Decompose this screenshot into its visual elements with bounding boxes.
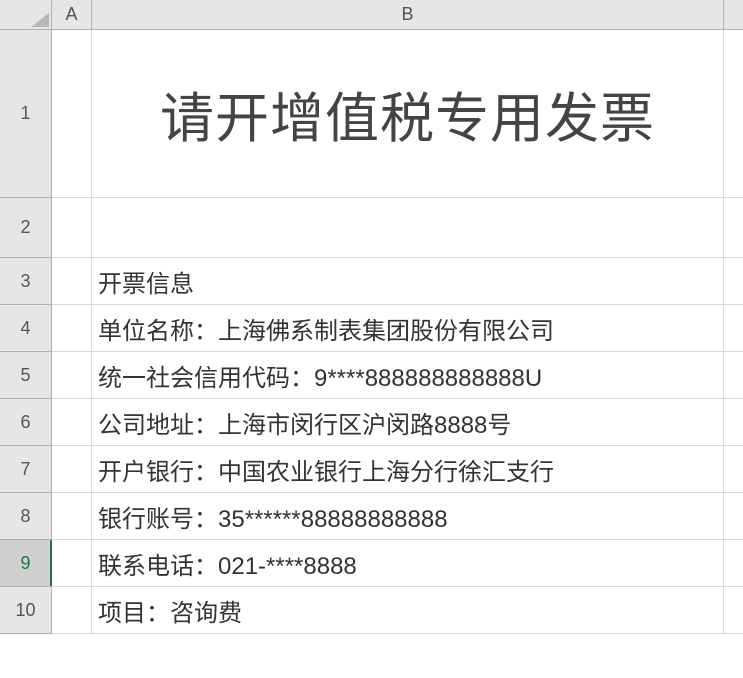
cell-A2[interactable] [52,198,92,257]
item-type: 项目：咨询费 [98,593,242,628]
cell-C2[interactable] [724,198,743,257]
column-header-A[interactable]: A [52,0,92,29]
cell-C3[interactable] [724,258,743,304]
row-6: 公司地址：上海市闵行区沪闵路8888号 [52,399,743,446]
credit-code: 统一社会信用代码：9****888888888888U [98,358,542,393]
cell-A5[interactable] [52,352,92,398]
cell-C7[interactable] [724,446,743,492]
cell-A1[interactable] [52,30,92,197]
cell-B9[interactable]: 联系电话：021-****8888 [92,540,724,586]
row-header-7[interactable]: 7 [0,446,51,493]
invoice-title: 请开增值税专用发票 [160,74,655,153]
phone-number: 联系电话：021-****8888 [98,546,357,581]
row-4: 单位名称：上海佛系制表集团股份有限公司 [52,305,743,352]
section-header: 开票信息 [98,264,194,299]
row-header-9[interactable]: 9 [0,540,51,587]
row-7: 开户银行：中国农业银行上海分行徐汇支行 [52,446,743,493]
cell-B1[interactable]: 请开增值税专用发票 [92,30,724,197]
cell-A3[interactable] [52,258,92,304]
column-headers: ABC [52,0,743,30]
cell-A9[interactable] [52,540,92,586]
column-header-B[interactable]: B [92,0,724,29]
cell-B3[interactable]: 开票信息 [92,258,724,304]
cells-area: 请开增值税专用发票 开票信息 单位名称：上海佛系制表集团股份有限公司 [52,30,743,678]
cell-B7[interactable]: 开户银行：中国农业银行上海分行徐汇支行 [92,446,724,492]
cell-B2[interactable] [92,198,724,257]
cell-C6[interactable] [724,399,743,445]
cell-B5[interactable]: 统一社会信用代码：9****888888888888U [92,352,724,398]
cell-C5[interactable] [724,352,743,398]
row-header-1[interactable]: 1 [0,30,51,198]
cell-B8[interactable]: 银行账号：35******88888888888 [92,493,724,539]
row-header-5[interactable]: 5 [0,352,51,399]
cell-A10[interactable] [52,587,92,633]
row-header-6[interactable]: 6 [0,399,51,446]
cell-C10[interactable] [724,587,743,633]
cell-C4[interactable] [724,305,743,351]
row-10: 项目：咨询费 [52,587,743,634]
cell-B4[interactable]: 单位名称：上海佛系制表集团股份有限公司 [92,305,724,351]
row-header-4[interactable]: 4 [0,305,51,352]
row-5: 统一社会信用代码：9****888888888888U [52,352,743,399]
row-1: 请开增值税专用发票 [52,30,743,198]
spreadsheet: ABC 12345678910 请开增值税专用发票 开票信息 [0,0,743,678]
row-header-2[interactable]: 2 [0,198,51,258]
company-address: 公司地址：上海市闵行区沪闵路8888号 [98,405,511,440]
cell-C8[interactable] [724,493,743,539]
row-8: 银行账号：35******88888888888 [52,493,743,540]
cell-A8[interactable] [52,493,92,539]
cell-C9[interactable] [724,540,743,586]
row-9: 联系电话：021-****8888 [52,540,743,587]
bank-branch: 开户银行：中国农业银行上海分行徐汇支行 [98,452,554,487]
cell-B10[interactable]: 项目：咨询费 [92,587,724,633]
column-header-C[interactable]: C [724,0,743,29]
select-all-corner[interactable] [0,0,52,30]
bank-account: 银行账号：35******88888888888 [98,499,448,534]
row-3: 开票信息 [52,258,743,305]
cell-A7[interactable] [52,446,92,492]
row-header-10[interactable]: 10 [0,587,51,634]
cell-A6[interactable] [52,399,92,445]
cell-A4[interactable] [52,305,92,351]
row-2 [52,198,743,258]
row-header-3[interactable]: 3 [0,258,51,305]
cell-B6[interactable]: 公司地址：上海市闵行区沪闵路8888号 [92,399,724,445]
row-headers: 12345678910 [0,30,52,634]
cell-C1[interactable] [724,30,743,197]
row-header-8[interactable]: 8 [0,493,51,540]
company-name: 单位名称：上海佛系制表集团股份有限公司 [98,311,554,346]
